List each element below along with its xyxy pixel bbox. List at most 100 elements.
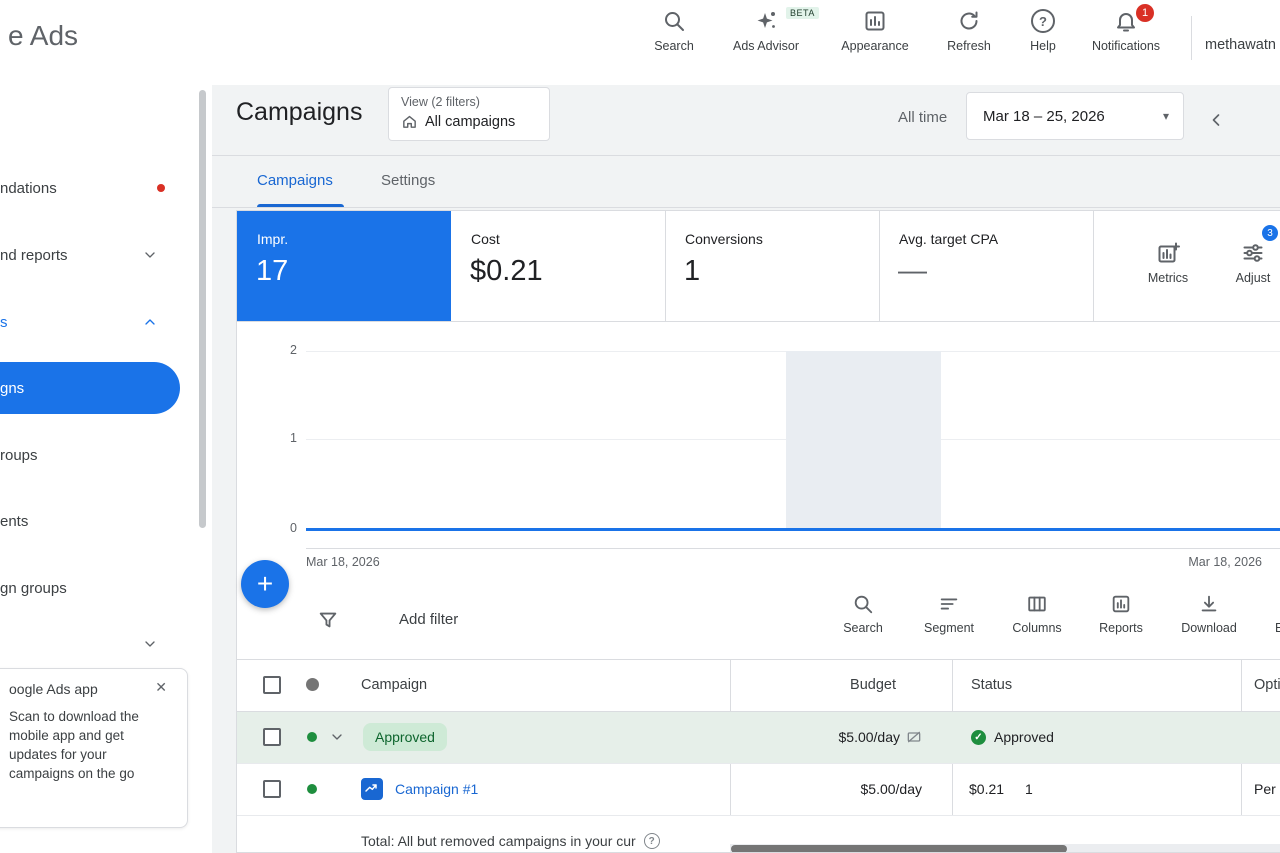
create-campaign-fab[interactable]: + [241,560,289,608]
summary-status-cell: ✓ Approved [971,711,1054,763]
chevron-down-icon [142,247,158,263]
metrics-button[interactable]: Metrics [1133,211,1203,321]
x-axis-label-end: Mar 18, 2026 [1188,555,1262,569]
sidebar-item-label: ndations [0,180,57,197]
scorecard-avg-target-cpa[interactable]: Avg. target CPA — [879,211,1093,321]
tool-label: Segment [911,621,987,635]
scorecard-divider [665,211,666,321]
adjust-button[interactable]: 3 Adjust [1218,211,1280,321]
columns-button[interactable]: Columns [999,593,1075,635]
column-header-campaign[interactable]: Campaign [361,659,427,711]
campaign-budget-cell: $5.00/day [730,763,952,815]
sidebar-item-experiments[interactable]: ents [0,501,28,541]
campaign-trailing-cell: Per [1254,763,1276,815]
sidebar-item-label: roups [0,447,38,464]
scorecard-value: 17 [256,255,288,288]
chevron-down-icon[interactable] [142,636,158,652]
view-filter-dropdown[interactable]: View (2 filters) All campaigns [388,87,550,141]
x-axis-divider [306,548,1280,549]
reports-button[interactable]: Reports [1083,593,1159,635]
budget-disabled-icon [906,729,922,745]
scorecard-cost[interactable]: Cost $0.21 [451,211,665,321]
main-content: Campaigns View (2 filters) All campaigns… [212,85,1280,853]
metrics-label: Metrics [1133,271,1203,285]
sidebar-section-campaigns[interactable]: s [0,302,8,342]
row-checkbox[interactable] [263,728,281,746]
tabs-top-divider [212,155,1280,156]
chevron-up-icon [142,314,158,330]
sidebar-item-label: ents [0,513,28,530]
content-panel: Impr. 17 Cost $0.21 Conversions 1 Avg. t… [236,210,1280,853]
sidebar-scrollbar[interactable] [199,90,206,528]
plus-icon: + [257,568,273,600]
metrics-icon [1133,241,1203,265]
date-next-button[interactable] [1270,106,1280,134]
table-search-button[interactable]: Search [825,593,901,635]
date-range-picker[interactable]: Mar 18 – 25, 2026 ▾ [966,92,1184,140]
row-checkbox[interactable] [263,780,281,798]
account-name[interactable]: methawatn [1205,37,1280,53]
tabs-bottom-divider [212,207,1280,208]
budget-value: $5.00/day [861,781,923,797]
filter-funnel-icon[interactable] [317,609,339,631]
column-header-budget[interactable]: Budget [730,659,952,711]
header-help-button[interactable]: ? Help [997,9,1089,53]
ads-advisor-icon [754,9,778,33]
download-button[interactable]: Download [1171,593,1247,635]
mobile-app-promo-card: oogle Ads app ✕ Scan to download the mob… [0,668,188,828]
approved-group-chip[interactable]: Approved [363,723,447,751]
expand-row-chevron-icon[interactable] [329,729,345,745]
sidebar-item-label: gns [0,380,24,397]
scorecard-divider [879,211,880,321]
segment-icon [911,593,987,615]
tool-label: Search [825,621,901,635]
header-notifications-label: Notifications [1092,39,1160,53]
sidebar-item-campaign-groups[interactable]: gn groups [0,568,67,608]
footer-note-text: Total: All but removed campaigns in your… [361,833,636,849]
sidebar-item-ad-groups[interactable]: roups [0,435,38,475]
sidebar-item-campaigns-selected[interactable]: gns [0,362,180,414]
campaign-conversions-cell: 1 [1025,763,1033,815]
header-notifications-button[interactable]: 1 Notifications [1080,9,1172,53]
table-border [237,763,1280,764]
search-icon [825,593,901,615]
chart-series-line [306,528,1280,531]
scorecard-label: Impr. [257,231,288,247]
campaign-cost-cell: $0.21 [969,763,1004,815]
header-ads-advisor-button[interactable]: BETA Ads Advisor [720,9,812,53]
campaign-name-link[interactable]: Campaign #1 [395,763,478,815]
search-icon [662,9,686,33]
sidebar-item-recommendations[interactable]: ndations [0,168,57,208]
expand-button[interactable]: E [1251,593,1280,635]
refresh-icon [957,9,981,33]
header-help-label: Help [1030,39,1056,53]
sidebar-item-insights-reports[interactable]: nd reports [0,235,68,275]
chevron-right-icon [1274,110,1280,130]
header-appearance-button[interactable]: Appearance [829,9,921,53]
header-search-button[interactable]: Search [628,9,720,53]
columns-icon [999,593,1075,615]
scorecard-value: $0.21 [470,255,543,288]
view-filter-label: View (2 filters) [401,95,537,109]
scorecard-impressions[interactable]: Impr. 17 [237,211,451,321]
column-header-status[interactable]: Status [971,659,1012,711]
scorecard-value: — [898,255,927,288]
add-filter-button[interactable]: Add filter [399,611,458,628]
x-axis-label-start: Mar 18, 2026 [306,555,380,569]
home-icon [401,113,418,130]
column-header-optimization[interactable]: Opti [1254,659,1280,711]
close-icon[interactable]: ✕ [155,679,167,696]
date-prev-button[interactable] [1202,106,1230,134]
scorecard-conversions[interactable]: Conversions 1 [665,211,879,321]
select-all-checkbox[interactable] [263,676,281,694]
tab-campaigns[interactable]: Campaigns [257,157,333,203]
header-refresh-label: Refresh [947,39,991,53]
adjust-label: Adjust [1218,271,1280,285]
sidebar-item-label: s [0,314,8,331]
segment-button[interactable]: Segment [911,593,987,635]
horizontal-scrollbar-thumb[interactable] [731,845,1067,853]
help-circle-icon[interactable]: ? [644,833,660,849]
scorecard-label: Avg. target CPA [899,231,998,247]
check-glyph: ✓ [974,732,982,743]
tab-settings[interactable]: Settings [381,157,435,203]
